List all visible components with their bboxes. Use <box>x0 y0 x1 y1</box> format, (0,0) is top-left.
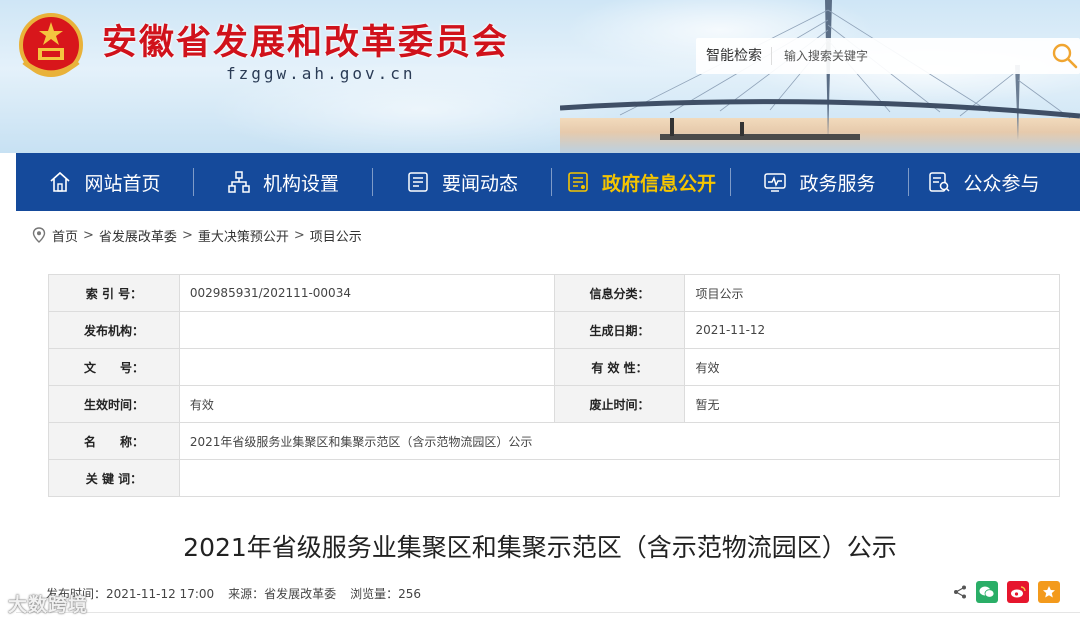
breadcrumb-project-notice[interactable]: 项目公示 <box>310 226 362 245</box>
table-row: 索 引 号： 002985931/202111-00034 信息分类： 项目公示 <box>48 274 1060 312</box>
news-icon <box>408 172 428 192</box>
nav-label: 政务服务 <box>799 172 876 195</box>
meta-key: 废止时间： <box>553 385 686 423</box>
meta-key: 发布机构： <box>48 311 180 349</box>
nav-item-public-participation[interactable]: 公众参与 <box>909 153 1058 211</box>
document-meta-table: 索 引 号： 002985931/202111-00034 信息分类： 项目公示… <box>48 274 1061 497</box>
article-info: 发布时间：2021-11-12 17:00 来源：省发展改革委 浏览量：256 <box>46 585 421 602</box>
share-icon[interactable] <box>953 585 967 599</box>
bridge-illustration <box>560 0 1080 140</box>
national-emblem-icon <box>19 13 83 77</box>
info-open-icon <box>568 172 588 192</box>
view-count: 浏览量：256 <box>350 587 422 601</box>
star-icon <box>1043 586 1055 598</box>
meta-key: 关 键 词： <box>48 459 180 497</box>
nav-label: 公众参与 <box>963 172 1040 195</box>
meta-value: 有效 <box>178 385 555 423</box>
table-row: 发布机构： 生成日期： 2021-11-12 <box>48 311 1060 349</box>
meta-value <box>178 459 1061 497</box>
nav-item-organization[interactable]: 机构设置 <box>194 153 372 211</box>
search-input[interactable] <box>772 41 1042 71</box>
share-bar <box>953 581 1060 603</box>
search-label[interactable]: 智能检索 <box>696 47 772 65</box>
meta-value: 有效 <box>684 348 1060 386</box>
site-title: 安徽省发展和改革委员会 <box>102 23 510 63</box>
meta-key: 生成日期： <box>553 311 686 349</box>
nav-label: 网站首页 <box>84 172 161 195</box>
search-icon[interactable] <box>1050 41 1080 71</box>
meta-key: 有 效 性： <box>553 348 686 386</box>
nav-label: 要闻动态 <box>441 172 518 195</box>
nav-item-gov-services[interactable]: 政务服务 <box>731 153 908 211</box>
location-pin-icon <box>32 227 46 243</box>
nav-item-info-disclosure[interactable]: 政府信息公开 <box>552 153 730 211</box>
home-icon <box>50 171 71 192</box>
site-domain: fzggw.ah.gov.cn <box>226 64 416 83</box>
breadcrumb-separator: > <box>83 227 94 243</box>
meta-value: 暂无 <box>684 385 1060 423</box>
search-bar: 智能检索 <box>696 38 1080 74</box>
nav-item-news[interactable]: 要闻动态 <box>373 153 551 211</box>
meta-key: 文 号： <box>48 348 180 386</box>
table-row: 文 号： 有 效 性： 有效 <box>48 348 1060 386</box>
meta-value <box>178 311 555 349</box>
table-row: 生效时间： 有效 废止时间： 暂无 <box>48 385 1060 423</box>
org-chart-icon <box>228 171 250 193</box>
meta-value: 2021-11-12 <box>684 311 1060 349</box>
nav-item-home[interactable]: 网站首页 <box>16 153 193 211</box>
table-row: 名 称： 2021年省级服务业集聚区和集聚示范区（含示范物流园区）公示 <box>48 422 1061 460</box>
meta-key: 索 引 号： <box>48 274 180 312</box>
wechat-share-button[interactable] <box>976 581 998 603</box>
meta-key: 生效时间： <box>48 385 180 423</box>
breadcrumb-separator: > <box>181 227 193 243</box>
meta-key: 名 称： <box>48 422 180 460</box>
breadcrumb: 首页 > 省发展改革委 > 重大决策预公开 > 项目公示 <box>32 225 362 245</box>
weibo-share-button[interactable] <box>1007 581 1029 603</box>
favorite-button[interactable] <box>1038 581 1060 603</box>
divider <box>16 612 1080 613</box>
article-source: 来源：省发展改革委 <box>228 587 337 601</box>
meta-value <box>178 348 555 386</box>
breadcrumb-ndrc[interactable]: 省发展改革委 <box>99 226 177 245</box>
nav-label: 机构设置 <box>262 172 339 195</box>
article-title: 2021年省级服务业集聚区和集聚示范区（含示范物流园区）公示 <box>183 533 897 562</box>
monitor-icon <box>764 173 787 192</box>
participation-icon <box>929 172 951 192</box>
weibo-icon <box>1011 586 1026 598</box>
wechat-icon <box>979 586 995 598</box>
meta-key: 信息分类： <box>553 274 686 312</box>
table-row: 关 键 词： <box>48 459 1061 497</box>
meta-value: 项目公示 <box>684 274 1060 312</box>
main-nav: 网站首页 机构设置 要闻动态 政府信息公开 政务服务 公众参与 <box>16 153 1080 211</box>
nav-label: 政府信息公开 <box>601 172 716 195</box>
watermark-text: 大数跨境 <box>8 594 89 616</box>
breadcrumb-home[interactable]: 首页 <box>52 226 78 245</box>
header-banner: 安徽省发展和改革委员会 fzggw.ah.gov.cn 智能检索 <box>0 0 1080 153</box>
breadcrumb-decision-disclosure[interactable]: 重大决策预公开 <box>198 226 289 245</box>
meta-value: 002985931/202111-00034 <box>178 274 555 312</box>
breadcrumb-separator: > <box>293 227 305 243</box>
meta-value: 2021年省级服务业集聚区和集聚示范区（含示范物流园区）公示 <box>178 422 1061 460</box>
